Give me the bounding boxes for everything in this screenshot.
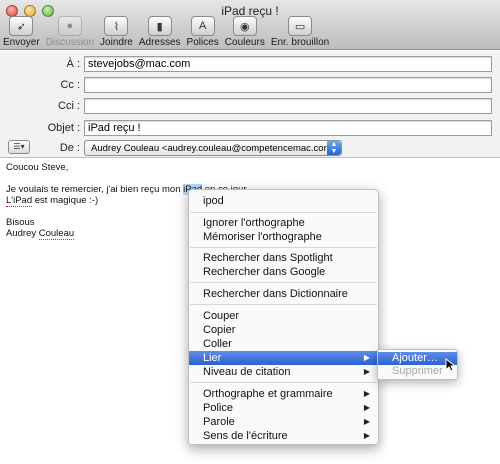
submenu-arrow-icon: ▶ [363,403,370,412]
menu-item-search-dictionary[interactable]: Rechercher dans Dictionnaire [189,287,378,301]
body-text: Je voulais te remercier, j'ai bien reçu … [6,184,184,195]
context-menu: ipod Ignorer l'orthographe Mémoriser l'o… [188,189,379,445]
address-book-icon: ▮ [147,16,172,36]
from-select-value: Audrey Couleau <audrey.couleau@competenc… [91,143,338,154]
menu-item-paste[interactable]: Coller [189,337,378,351]
menu-item-copy[interactable]: Copier [189,323,378,337]
menu-item-speech-label: Parole [203,416,235,428]
menu-item-quote-level-label: Niveau de citation [203,366,291,378]
subject-row: Objet : [0,119,80,137]
menu-item-link-label: Lier [203,352,222,364]
menu-item-search-google[interactable]: Rechercher dans Google [189,265,378,279]
bcc-label: Cci : [58,100,80,112]
mail-toolbar: ➶ Envoyer ● Discussion ⌇ Joindre ▮ Adresses A Pol… [0,16,332,50]
menu-separator [190,247,377,248]
to-field[interactable]: stevejobs@mac.com [84,56,492,72]
to-row: À : [0,55,80,73]
menu-item-ignore-spelling[interactable]: Ignorer l'orthographe [189,216,378,230]
from-label: De : [59,142,80,154]
bcc-field[interactable] [84,98,492,114]
submenu-arrow-icon: ▶ [363,367,370,376]
toolbar-button-paperclip[interactable]: ⌇ Joindre [97,16,136,48]
color-wheel-icon: ◉ [232,16,257,36]
chevron-updown-icon: ▲ ▼ [327,141,341,155]
toolbar-button-save-draft[interactable]: ▭ Enr. brouillon [268,16,332,48]
greeting-line: Coucou Steve, [6,162,69,173]
menu-item-link[interactable]: Lier ▶ [189,351,378,365]
menu-item-speech[interactable]: Parole ▶ [189,415,378,429]
menu-item-learn-spelling[interactable]: Mémoriser l'orthographe [189,230,378,244]
menu-separator [190,304,377,305]
fonts-icon: A [190,16,215,36]
submenu-arrow-icon: ▶ [363,353,370,362]
menu-item-quote-level[interactable]: Niveau de citation ▶ [189,365,378,379]
menu-item-font[interactable]: Police ▶ [189,401,378,415]
menu-separator [190,212,377,213]
menu-item-suggestion[interactable]: ipod [189,194,378,208]
bcc-row: Cci : [0,97,80,115]
from-select[interactable]: Audrey Couleau <audrey.couleau@competenc… [84,140,342,156]
menu-separator [190,382,377,383]
from-row: De : [0,139,80,157]
menu-separator [190,282,377,283]
subject-label: Objet : [47,122,80,134]
toolbar-label: Discussion [45,37,95,48]
misspelled-word: L'iPad [6,195,33,207]
toolbar-label: Envoyer [3,37,40,48]
menu-item-cut[interactable]: Couper [189,309,378,323]
mouse-cursor-icon [445,358,455,372]
menu-item-font-label: Police [203,402,233,414]
cc-row: Cc : [0,76,80,94]
message-headers: À : stevejobs@mac.com Cc : Cci : Objet :… [0,51,500,158]
send-icon: ➶ [9,16,34,36]
toolbar-button-send[interactable]: ➶ Envoyer [0,16,43,48]
toolbar-button-fonts[interactable]: A Polices [184,16,222,48]
save-draft-icon: ▭ [288,16,313,36]
toolbar-label: Couleurs [224,37,265,48]
window-titlebar: iPad reçu ! ➶ Envoyer ● Discussion ⌇ Joindre ▮… [0,0,500,50]
paperclip-icon: ⌇ [104,16,129,36]
submenu-arrow-icon: ▶ [363,417,370,426]
cc-label: Cc : [60,79,80,91]
toolbar-button-color-wheel[interactable]: ◉ Couleurs [222,16,268,48]
chat-icon: ● [57,16,82,36]
toolbar-label: Adresses [138,37,181,48]
menu-item-spelling-grammar-label: Orthographe et grammaire [203,388,333,400]
body-text: est magique :-) [32,195,99,206]
toolbar-label: Polices [186,37,219,48]
menu-item-writing-direction[interactable]: Sens de l'écriture ▶ [189,429,378,443]
toolbar-button-address-book[interactable]: ▮ Adresses [136,16,184,48]
signature-last: Couleau [38,228,75,240]
toolbar-button-chat: ● Discussion [43,16,97,48]
submenu-arrow-icon: ▶ [363,431,370,440]
toolbar-label: Joindre [100,37,133,48]
subject-field[interactable]: iPad reçu ! [84,120,492,136]
signature-first: Audrey [6,228,39,239]
submenu-arrow-icon: ▶ [363,389,370,398]
menu-item-spelling-grammar[interactable]: Orthographe et grammaire ▶ [189,387,378,401]
to-label: À : [66,58,80,70]
cc-field[interactable] [84,77,492,93]
menu-item-search-spotlight[interactable]: Rechercher dans Spotlight [189,251,378,265]
toolbar-label: Enr. brouillon [270,37,330,48]
menu-item-writing-direction-label: Sens de l'écriture [203,430,288,442]
